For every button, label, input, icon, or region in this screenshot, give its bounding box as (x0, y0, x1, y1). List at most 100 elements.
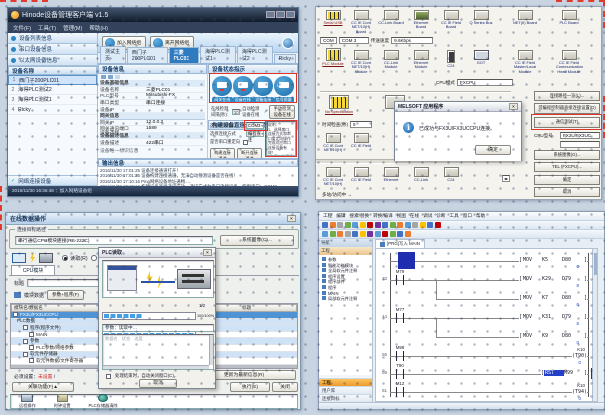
interval-input[interactable]: 10 (232, 109, 240, 115)
q1-titlebar[interactable]: Hinode设备管理客户端 v1.5 (8, 8, 298, 22)
cancel-button[interactable]: 取消 (534, 187, 600, 197)
speed-value[interactable]: 9.6Kbps (391, 37, 433, 44)
instruction-mov[interactable]: [MOVK31D79] (519, 314, 587, 320)
if-cclink-module[interactable]: CC-Link Module (378, 50, 404, 70)
connection-channel-list-button[interactable]: 连接路径一览(L)... (534, 91, 600, 101)
close-icon[interactable]: × (509, 103, 518, 110)
menu-project[interactable]: 工程 (323, 213, 332, 219)
close-button[interactable]: 关闭 (272, 382, 298, 392)
tab-cpu-module[interactable]: CPU模块 (11, 265, 55, 275)
if-cclink-board[interactable]: CC-Link Board (378, 10, 404, 25)
tab-hite-test2[interactable]: 海得PLC测试2 (237, 46, 273, 63)
tab-mitsubishi-plc01[interactable]: 三菱PLC01 (169, 47, 199, 63)
if-got[interactable]: GOT (468, 50, 494, 65)
param-program-button[interactable]: 参数+程序(F) (47, 290, 84, 300)
menu-help[interactable]: 帮助 (476, 213, 485, 219)
dialog-titlebar[interactable]: MELSOFT 应用程序 × (395, 102, 521, 112)
instruction-mov[interactable]: [MOVK9D80] (519, 333, 587, 339)
row-checkbox[interactable] (13, 312, 18, 317)
toolbar-icon[interactable] (390, 231, 396, 237)
toolbar-icon[interactable] (397, 231, 403, 237)
if-ccie-cont-module[interactable]: CC IE Cont NET/10(H) Module (348, 50, 374, 74)
radio-read[interactable]: 读取(R) (62, 255, 88, 262)
tab-siemens200[interactable]: 西门子200PLC01 (127, 47, 168, 63)
contact-symbol[interactable] (396, 369, 404, 379)
device-row[interactable]: 2海得PLC测试2 (8, 85, 97, 95)
toolbar-icon[interactable] (375, 222, 381, 228)
menu-tool[interactable]: 工具 (450, 213, 459, 219)
coexist-ccie-cont[interactable]: CC IE Cont NET/10(H) (320, 167, 346, 187)
toolbar-icon[interactable] (337, 231, 343, 237)
if-net2-board[interactable]: NET(II) Board (512, 10, 538, 25)
ok-button[interactable]: 确定 (534, 175, 600, 185)
device-row[interactable]: 4Ricky (8, 105, 97, 115)
toolbar-icon[interactable] (420, 222, 426, 228)
vertical-scrollbar[interactable] (592, 249, 597, 401)
coexist-cclink[interactable]: CC-Link (408, 167, 434, 182)
system-image-button[interactable]: 系统图像(G)... (534, 150, 600, 160)
menu-diagnostics[interactable]: 诊断 (436, 213, 445, 219)
menu-online[interactable]: 在线 (410, 213, 419, 219)
ladder-document-tab[interactable]: [PRG]写入 MAIN (375, 239, 425, 248)
progress-list[interactable]: 数据名 状态 进度 (102, 334, 214, 370)
clock-setting[interactable]: 时钟设置 (54, 394, 71, 409)
if-ccie-field-head[interactable]: CC IE Field Communication Head Module (556, 50, 582, 74)
toolbar-icon[interactable] (322, 222, 328, 228)
contact-symbol[interactable] (396, 387, 404, 397)
if-q-series-bus[interactable]: Q Series Bus (468, 10, 494, 25)
instruction-mov[interactable]: [MOVK29D79] (519, 276, 587, 282)
auto-detect-checkbox[interactable]: ✓ (264, 109, 268, 115)
toolbar-icon[interactable] (367, 231, 373, 237)
system-image-button[interactable]: 系统图像(C)... (220, 235, 294, 246)
menu-manage[interactable]: 管理(M) (63, 24, 82, 32)
toolbar-icon[interactable] (352, 231, 358, 237)
device-row[interactable]: 3海得PLC测试1 (8, 95, 97, 105)
toolbar-icon[interactable] (382, 222, 388, 228)
contact-symbol[interactable] (396, 275, 404, 285)
related-functions-button[interactable]: 关联功能(F)▲ (12, 382, 74, 392)
if-c24[interactable]: C24 (438, 50, 464, 68)
toolbar-icon[interactable] (435, 222, 441, 228)
coexist-ethernet[interactable]: Ethernet (378, 167, 404, 182)
menu-edit[interactable]: 编辑 (336, 213, 345, 219)
dialog-titlebar[interactable]: PLC读取 × (99, 248, 215, 258)
station-no-specification[interactable]: No Specification (322, 95, 356, 114)
dialog-ok-button[interactable]: 确定 (475, 145, 511, 155)
instruction-mov[interactable]: [MOVK5D80] (519, 257, 587, 263)
contact-symbol[interactable] (396, 313, 404, 323)
com-value[interactable]: COM 3 (339, 37, 369, 44)
menu-find-replace[interactable]: 搜索/替换 (349, 213, 369, 219)
toolbar-icon[interactable] (330, 231, 336, 237)
menu-view[interactable]: 视图 (397, 213, 406, 219)
if-plc-board[interactable]: PLC Board (556, 10, 582, 25)
sidebar-item-network-devices[interactable]: ✓网络连接设备 (8, 175, 97, 186)
row-checkbox[interactable] (23, 325, 28, 330)
toolbar-icon[interactable] (367, 222, 373, 228)
manual-detect-button[interactable]: 手动检测设备在线 (269, 105, 295, 119)
time-check-value[interactable]: 5 (350, 121, 372, 128)
toolbar-icon[interactable] (382, 231, 388, 237)
remote-operation[interactable]: 远程操作 (19, 394, 36, 409)
sidebar-item-serial-devices[interactable]: 串口设备信息 (8, 44, 97, 55)
tel-fxcpu-button[interactable]: TEL (FXCPU)... (534, 162, 600, 172)
nav-footer-project[interactable]: 工程 (319, 378, 372, 386)
comment-field[interactable] (560, 141, 600, 148)
toolbar-icon[interactable] (397, 222, 403, 228)
row-checkbox[interactable] (29, 345, 34, 350)
plc-memory-clear[interactable]: PLC存储器清除 (89, 394, 118, 409)
net-ccie-cont[interactable]: CC IE Cont NET/10(H) (320, 133, 346, 153)
menu-help[interactable]: 帮助(H) (89, 24, 108, 32)
plc-direct-connection-button[interactable]: 可编程控制器直接连接设置(D) (534, 103, 600, 114)
if-ccie-cont-board[interactable]: CC IE Cont NET/10(H) Board (348, 10, 374, 34)
ladder-editor[interactable]: [MOVK5D80] 0 33 M79 [MOVK29D79] 8 [MOVK7… (375, 248, 598, 402)
coexist-ccie-field[interactable]: CC IE Field (348, 167, 374, 182)
instruction-mov[interactable]: [MOVK7D80] (519, 295, 587, 301)
toolbar-icon[interactable] (427, 222, 433, 228)
execute-button[interactable]: 执行(E) (230, 382, 270, 392)
minimize-icon[interactable] (266, 11, 275, 18)
row-checkbox[interactable] (23, 339, 28, 344)
cancel-button[interactable]: 取消 (139, 379, 177, 388)
toolbar-icon[interactable] (352, 222, 358, 228)
menu-window[interactable]: 窗口 (463, 213, 472, 219)
coexist-c24[interactable]: C24 (438, 167, 464, 182)
